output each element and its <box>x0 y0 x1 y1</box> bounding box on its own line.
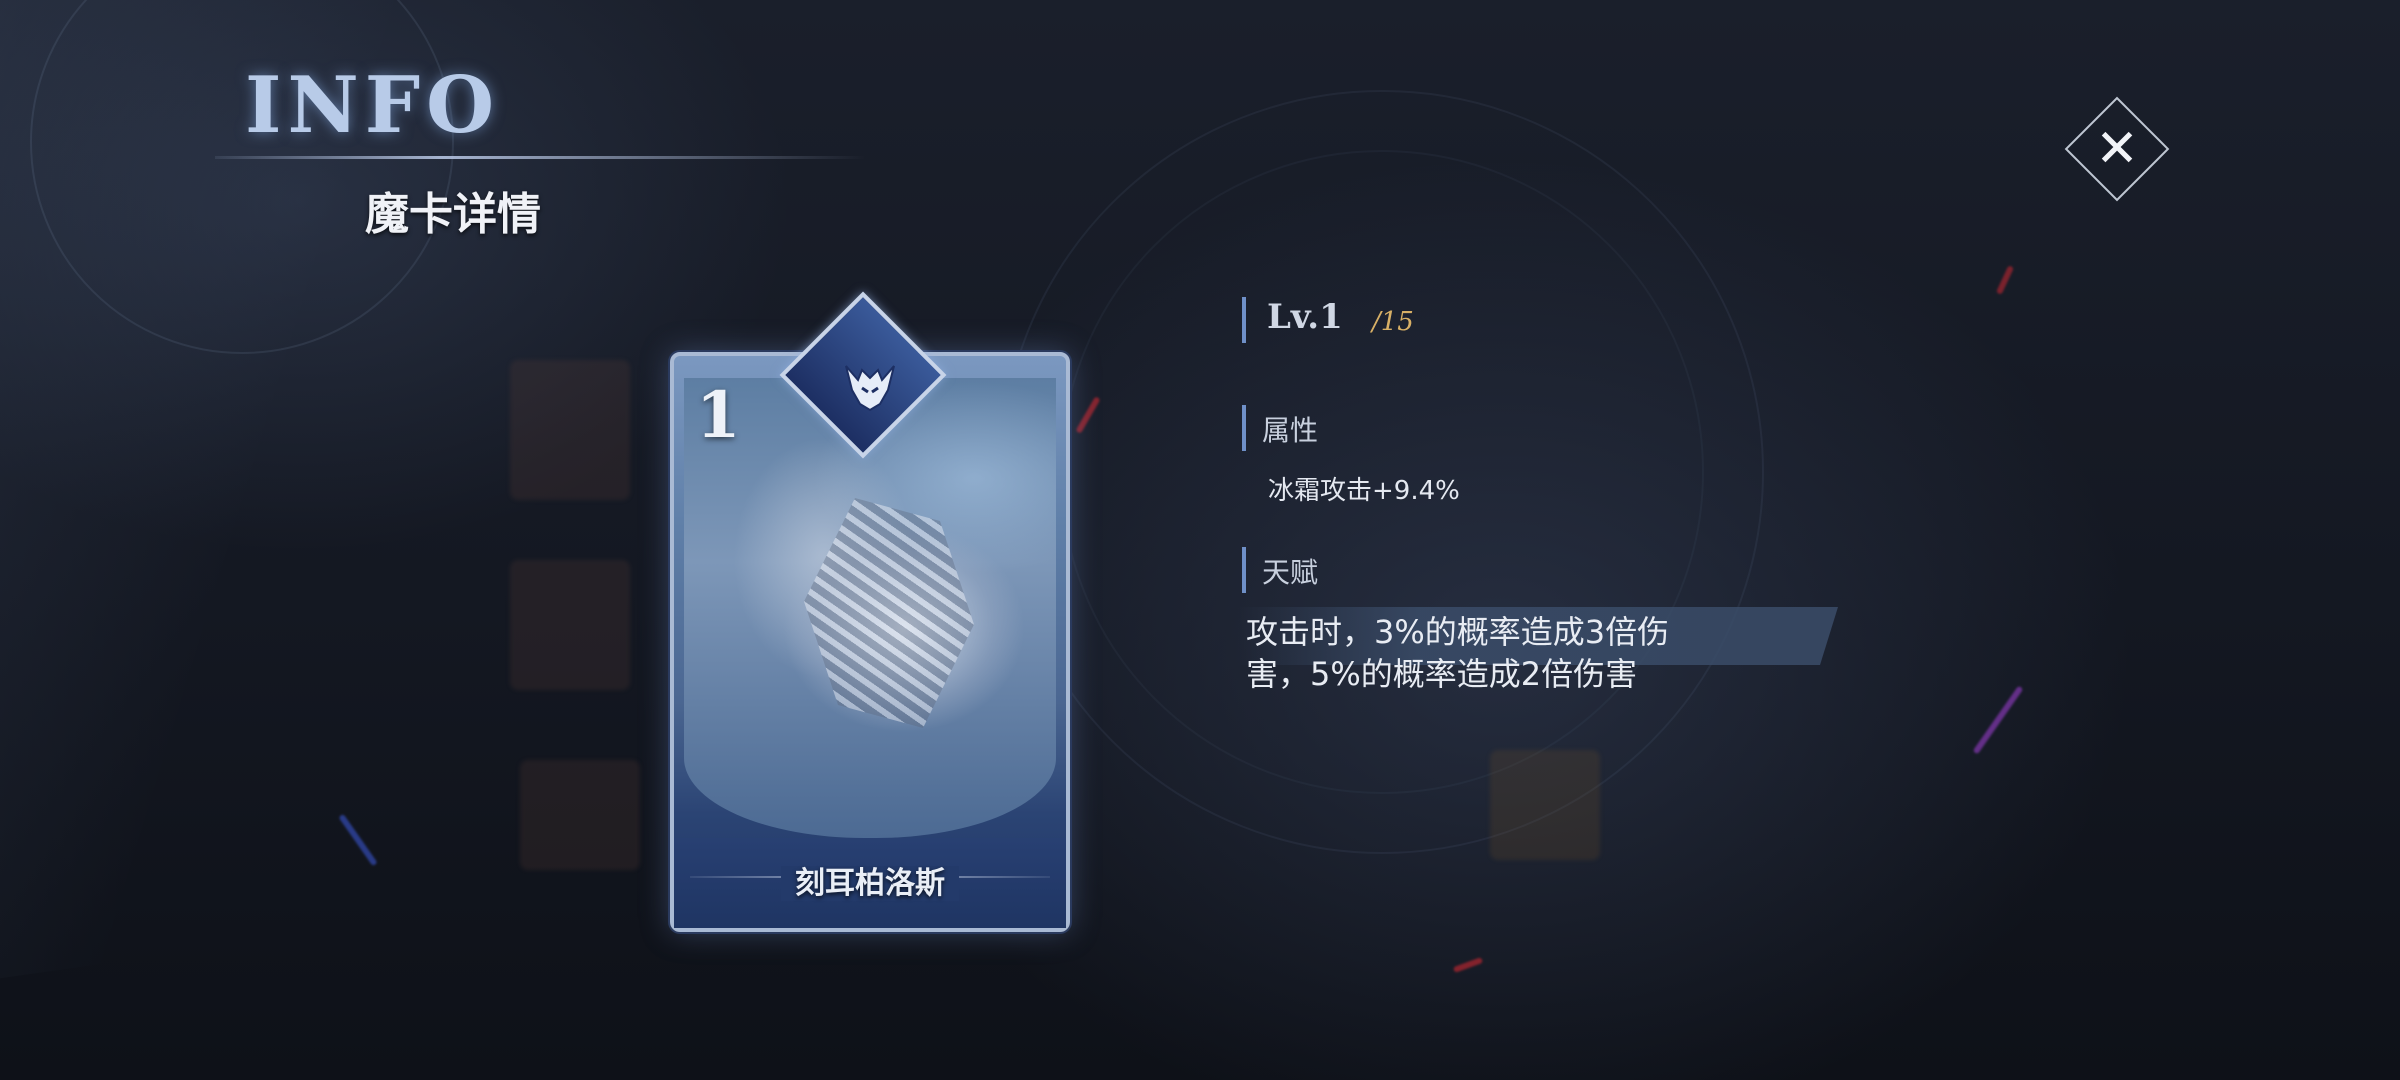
attribute-value: 冰霜攻击+9.4% <box>1268 476 1460 506</box>
page-title: INFO <box>245 60 501 151</box>
card-name-wrapper: 刻耳柏洛斯 <box>674 858 1066 902</box>
talent-description: 攻击时，3%的概率造成3倍伤害，5%的概率造成2倍伤害 <box>1246 613 1670 693</box>
talent-label: 天赋 <box>1262 556 1319 589</box>
card-name: 刻耳柏洛斯 <box>781 866 959 901</box>
background-card-ghost <box>520 760 640 870</box>
title-divider <box>215 156 865 159</box>
accent-bar <box>1242 547 1246 593</box>
magic-card[interactable]: 1 刻耳柏洛斯 <box>670 291 1070 932</box>
attributes-label: 属性 <box>1262 414 1319 447</box>
level-current: Lv.1 <box>1267 297 1343 337</box>
horned-helmet-icon <box>822 338 918 434</box>
level-max: /15 <box>1372 307 1414 337</box>
background-card-ghost <box>1490 750 1600 860</box>
accent-bar <box>1242 405 1246 451</box>
background-card-ghost <box>510 560 630 690</box>
page-subtitle: 魔卡详情 <box>365 189 541 240</box>
close-button[interactable] <box>2064 96 2170 202</box>
spark-decoration <box>1452 957 1484 973</box>
spark-decoration <box>1995 265 2015 295</box>
background-card-ghost <box>510 360 630 500</box>
accent-bar <box>1242 297 1246 343</box>
spark-decoration <box>1972 685 2024 755</box>
card-level-badge: 1 <box>696 378 741 453</box>
